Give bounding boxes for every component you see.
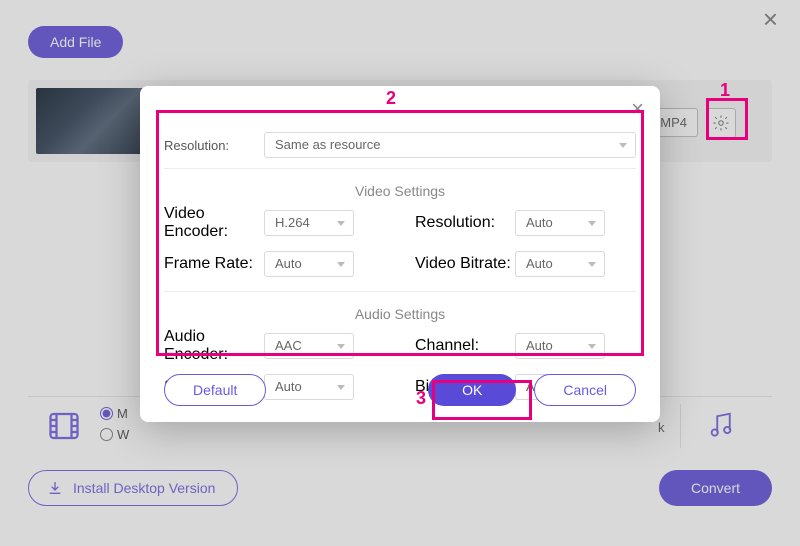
video-encoder-label: Video Encoder:: [164, 205, 264, 241]
ok-button[interactable]: OK: [428, 374, 516, 406]
install-desktop-label: Install Desktop Version: [73, 480, 215, 496]
audio-category-icon: [706, 410, 736, 440]
video-resolution-select[interactable]: Auto: [515, 210, 605, 236]
bottom-text-fragment: k: [658, 420, 665, 435]
radio-option-2-label: W: [117, 427, 129, 442]
audio-encoder-label: Audio Encoder:: [164, 328, 264, 364]
video-encoder-select[interactable]: H.264: [264, 210, 354, 236]
divider: [164, 291, 636, 292]
radio-option-2[interactable]: [100, 428, 113, 441]
video-settings-heading: Video Settings: [164, 183, 636, 199]
resolution-top-label: Resolution:: [164, 138, 264, 153]
gear-icon: [712, 114, 730, 132]
cancel-button[interactable]: Cancel: [534, 374, 636, 406]
video-resolution-label: Resolution:: [415, 214, 515, 232]
audio-encoder-select[interactable]: AAC: [264, 333, 354, 359]
video-category-icon: [46, 408, 82, 444]
format-radio-group[interactable]: M W: [100, 406, 129, 448]
divider: [680, 404, 681, 448]
radio-option-1[interactable]: [100, 407, 113, 420]
download-icon: [47, 480, 63, 496]
callout-number-2: 2: [386, 88, 396, 109]
callout-number-3: 3: [416, 388, 426, 409]
callout-number-1: 1: [720, 80, 730, 101]
radio-option-1-label: M: [117, 406, 128, 421]
channel-label: Channel:: [415, 337, 515, 355]
video-bitrate-label: Video Bitrate:: [415, 255, 515, 273]
channel-select[interactable]: Auto: [515, 333, 605, 359]
app-close-icon[interactable]: ×: [763, 6, 778, 32]
video-bitrate-select[interactable]: Auto: [515, 251, 605, 277]
settings-button[interactable]: [706, 108, 736, 138]
modal-close-icon[interactable]: ×: [631, 98, 644, 120]
convert-button[interactable]: Convert: [659, 470, 772, 506]
frame-rate-select[interactable]: Auto: [264, 251, 354, 277]
resolution-top-select[interactable]: Same as resource: [264, 132, 636, 158]
video-thumbnail: [36, 88, 146, 154]
install-desktop-button[interactable]: Install Desktop Version: [28, 470, 238, 506]
divider: [164, 168, 636, 169]
add-file-button[interactable]: Add File: [28, 26, 123, 58]
frame-rate-label: Frame Rate:: [164, 255, 264, 273]
audio-settings-heading: Audio Settings: [164, 306, 636, 322]
settings-modal: × Resolution: Same as resource Video Set…: [140, 86, 660, 422]
default-button[interactable]: Default: [164, 374, 266, 406]
